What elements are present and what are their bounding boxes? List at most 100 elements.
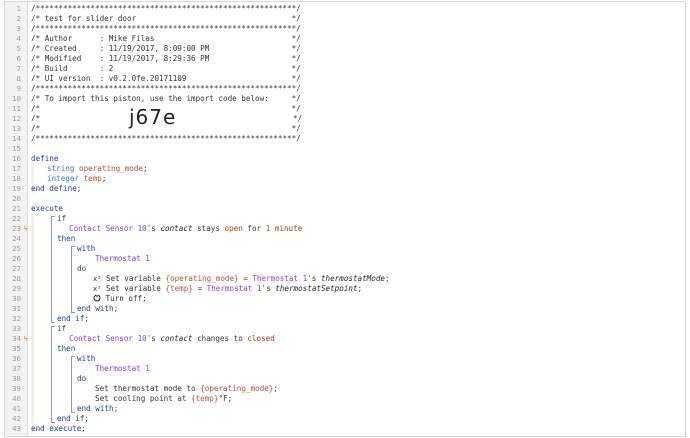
define-variable[interactable]: integer temp; — [47, 174, 106, 184]
attribute-name: contact — [160, 224, 193, 233]
semicolon: ; — [143, 164, 148, 173]
end-with: end with; — [77, 404, 119, 413]
with-keyword[interactable]: with — [77, 354, 95, 364]
attribute-name: contact — [160, 334, 193, 343]
end-if: end if; — [57, 314, 90, 323]
line-number: 5 — [16, 44, 21, 53]
condition-line[interactable]: Contact Sensor 10's contact changes to c… — [69, 334, 275, 344]
define-keyword[interactable]: define — [31, 154, 58, 164]
if1-bracket-bottom — [51, 322, 55, 323]
variable-name: {operating_mode} — [200, 384, 274, 393]
action-turn-off[interactable]: Turn off; — [93, 294, 147, 304]
var-type: integer — [47, 174, 80, 183]
possessive: 's — [261, 284, 271, 293]
device-name: Thermostat 1 — [206, 284, 262, 293]
line-number: 13 — [12, 124, 21, 133]
line-number: 24 — [12, 234, 21, 243]
line-number: 30 — [12, 294, 21, 303]
variable-name: {operating_mode} — [165, 274, 239, 283]
if-keyword[interactable]: if — [57, 324, 66, 334]
action-text: Set variable — [106, 274, 161, 283]
action-set-cooling-point[interactable]: Set cooling point at {temp}°F; — [95, 394, 232, 404]
with2-bracket-top — [71, 356, 75, 357]
if1-bracket-top — [51, 216, 55, 217]
with1-bracket-top — [71, 246, 75, 247]
line-number: 29 — [12, 284, 21, 293]
operator: stays — [197, 224, 220, 233]
if2-bracket — [51, 326, 52, 423]
condition-value: open — [224, 224, 243, 233]
line-number: 18 — [12, 174, 21, 183]
operator: changes to — [197, 334, 243, 343]
var-name: temp — [83, 174, 102, 183]
line-number: 3 — [16, 24, 21, 33]
operator: for — [247, 224, 262, 233]
comment-line: /***************************************… — [31, 4, 301, 13]
action-set-variable[interactable]: x² Set variable {operating_mode} = Therm… — [93, 274, 390, 284]
if2-bracket-top — [51, 326, 55, 327]
line-number: 42 — [12, 414, 21, 423]
with-keyword[interactable]: with — [77, 244, 95, 254]
line-number: 21 — [12, 204, 21, 213]
line-number: 25 — [12, 244, 21, 253]
comment-line: /***************************************… — [31, 84, 301, 93]
piston-code-view: 1 2 3 4 5 6 7 8 9 10 11 12 13 14 15 16 17 18 19 20 21 22 23 24 2… — [4, 1, 686, 437]
if1-bracket — [51, 216, 52, 323]
operator: = — [197, 284, 203, 293]
duration-unit: minute — [274, 224, 303, 233]
line-number: 16 — [12, 154, 21, 163]
line-number: 6 — [16, 54, 21, 63]
line-number: 26 — [12, 254, 21, 263]
line-number: 4 — [16, 34, 21, 43]
action-text: Set cooling point at — [95, 394, 187, 403]
with1-bracket-bottom — [71, 312, 75, 313]
line-number: 15 — [12, 144, 21, 153]
comment-prefix: /* — [31, 114, 41, 123]
line-number: 43 — [12, 424, 21, 433]
line-number: 23 — [12, 224, 21, 233]
semicolon: ; — [101, 174, 107, 183]
condition-line[interactable]: Contact Sensor 10's contact stays open f… — [69, 224, 302, 234]
comment-line: /* Author : Mike Filas */ — [31, 34, 301, 43]
line-number: 39 — [12, 384, 21, 393]
possessive: 's — [146, 224, 156, 233]
trigger-marker-icon: ϟ — [23, 335, 28, 343]
line-number: 28 — [12, 274, 21, 283]
action-set-mode[interactable]: Set thermostat mode to {operating_mode}; — [95, 384, 278, 394]
end-execute: end execute; — [31, 424, 86, 433]
variable-name: {temp} — [191, 394, 219, 403]
device-name: Contact Sensor 10 — [69, 224, 147, 233]
end-if: end if; — [57, 414, 90, 423]
if-keyword[interactable]: if — [57, 214, 66, 224]
line-number: 22 — [12, 214, 21, 223]
possessive: 's — [146, 334, 156, 343]
variable-icon: x² — [93, 285, 102, 293]
action-text: Set thermostat mode to — [95, 384, 196, 393]
define-variable[interactable]: string operating_mode; — [47, 164, 148, 174]
var-type: string — [47, 164, 75, 173]
with2-bracket — [71, 356, 72, 413]
with-device[interactable]: Thermostat 1 — [95, 254, 150, 264]
with-device[interactable]: Thermostat 1 — [95, 364, 150, 374]
trigger-marker-icon: ϟ — [23, 225, 28, 233]
execute-keyword[interactable]: execute — [31, 204, 63, 214]
line-number: 12 — [12, 114, 21, 123]
condition-value: closed — [247, 334, 275, 343]
execute-block-guide — [31, 213, 34, 433]
line-number: 41 — [12, 404, 21, 413]
line-number: 7 — [16, 64, 21, 73]
line-number: 11 — [12, 104, 21, 113]
line-number: 1 — [16, 4, 21, 13]
comment-line: /* */ — [31, 124, 301, 133]
device-name: Contact Sensor 10 — [69, 334, 147, 343]
if2-bracket-bottom — [51, 422, 55, 423]
duration-value: 1 — [265, 224, 271, 233]
possessive: 's — [307, 274, 317, 283]
then-keyword: then — [57, 344, 76, 353]
var-name: operating_mode — [79, 164, 144, 173]
with2-bracket-bottom — [71, 412, 75, 413]
attribute-name: thermostatSetpoint — [275, 284, 358, 293]
action-set-variable[interactable]: x² Set variable {temp} = Thermostat 1's … — [93, 284, 362, 294]
line-number: 40 — [12, 394, 21, 403]
action-text: Turn off; — [105, 294, 147, 303]
